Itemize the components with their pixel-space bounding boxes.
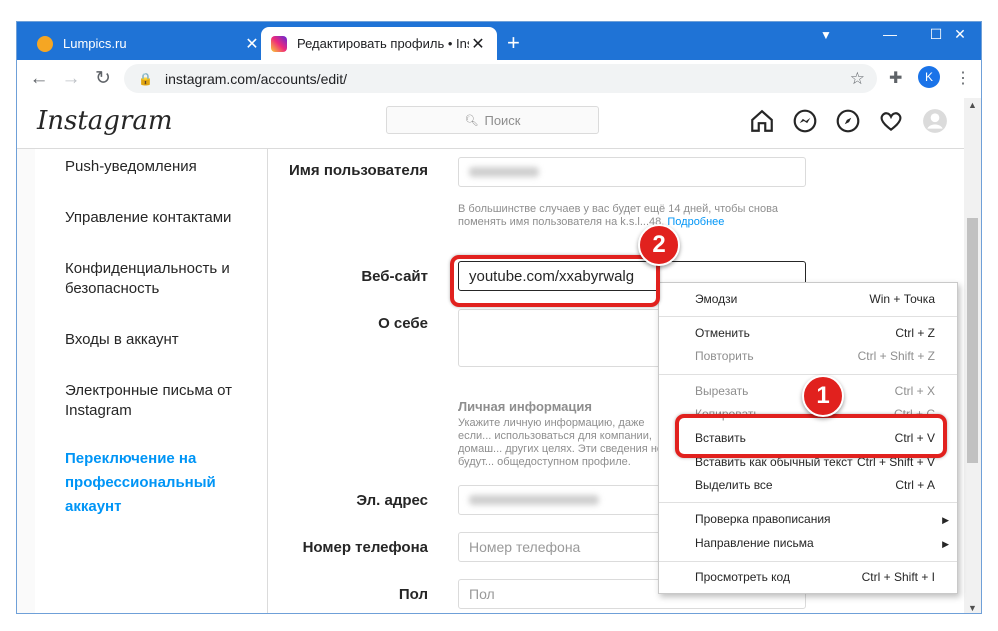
submenu-arrow-icon: ▶ [942,539,949,549]
address-bar[interactable]: 🔒 instagram.com/accounts/edit/ ☆ [124,64,877,93]
search-placeholder: Поиск [484,112,521,128]
learn-more-link[interactable]: Подробнее [667,216,724,228]
tab-strip: Lumpics.ru ✕ Редактировать профиль • Ins… [17,22,981,60]
menu-item-inspect[interactable]: Просмотреть код Ctrl + Shift + I [695,570,935,588]
lock-icon: 🔒 [138,71,153,86]
menu-divider [659,374,957,375]
step-badge-2: 2 [638,224,680,266]
sidebar-item-professional[interactable]: Переключение на профессиональный аккаунт [65,447,235,519]
bookmark-star-icon[interactable]: ☆ [850,69,865,89]
sidebar-item-emails[interactable]: Электронные письма от Instagram [65,381,255,421]
scroll-down-icon[interactable]: ▼ [968,603,977,613]
menu-kebab-icon[interactable]: ⋮ [955,68,971,88]
home-icon[interactable] [749,108,775,134]
step-badge-1: 1 [802,375,844,417]
website-label: Веб-сайт [361,268,428,285]
bio-label: О себе [378,315,428,332]
forward-arrow-icon[interactable]: → [59,67,83,91]
lumpics-favicon-icon [37,35,53,52]
heart-icon[interactable] [878,108,904,134]
personal-info-text: Укажите личную информацию, даже если... … [458,417,664,468]
close-tab-icon[interactable]: ✕ [243,34,261,54]
close-window-button[interactable]: ✕ [937,26,981,43]
profile-avatar[interactable]: K [918,66,940,88]
tab-lumpics[interactable]: Lumpics.ru ✕ [27,27,271,60]
phone-label: Номер телефона [302,539,428,556]
scroll-up-icon[interactable]: ▲ [968,100,977,110]
search-icon: 🔍︎ [464,114,479,127]
instagram-favicon-icon [271,35,287,52]
reload-icon[interactable]: ↻ [91,67,115,91]
settings-sidebar: Push-уведомления Управление контактами К… [35,149,268,613]
sidebar-item-contacts[interactable]: Управление контактами [65,208,231,228]
tab-title: Редактировать профиль • Instag [297,36,469,51]
extensions-puzzle-icon[interactable]: ✚ [889,68,902,88]
menu-item-select-all[interactable]: Выделить все Ctrl + A [695,478,935,496]
tab-instagram[interactable]: Редактировать профиль • Instag ✕ [261,27,497,60]
instagram-logo[interactable]: Instagram [37,106,173,136]
sidebar-item-push[interactable]: Push-уведомления [65,157,197,177]
menu-item-writing-direction[interactable]: Направление письма [695,536,935,554]
minimize-button[interactable]: — [867,26,913,42]
back-arrow-icon[interactable]: ← [27,67,51,91]
menu-item-undo[interactable]: Отменить Ctrl + Z [695,326,935,344]
website-highlight-box [450,255,660,307]
username-label: Имя пользователя [289,162,428,179]
explore-compass-icon[interactable] [835,108,861,134]
new-tab-button[interactable]: + [507,30,520,56]
gender-label: Пол [398,586,428,603]
instagram-header: Instagram 🔍︎ Поиск [17,98,965,149]
username-hint: В большинстве случаев у вас будет ещё 14… [458,203,778,228]
menu-divider [659,316,957,317]
search-input[interactable]: 🔍︎ Поиск [386,106,599,134]
menu-item-emoji[interactable]: Эмодзи Win + Точка [695,292,935,310]
browser-toolbar: ← → ↻ 🔒 instagram.com/accounts/edit/ ☆ ✚… [17,60,981,99]
messenger-icon[interactable] [792,108,818,134]
email-label: Эл. адрес [356,492,428,509]
personal-info-title: Личная информация [458,399,592,414]
paste-highlight-box [675,414,947,458]
tab-title: Lumpics.ru [63,36,127,51]
scrollbar[interactable]: ▲ ▼ [964,98,981,613]
close-tab-icon[interactable]: ✕ [469,34,487,54]
submenu-arrow-icon: ▶ [942,515,949,525]
tab-search-icon[interactable]: ▼ [803,28,849,42]
url-text: instagram.com/accounts/edit/ [164,70,348,87]
menu-divider [659,502,957,503]
scrollbar-thumb[interactable] [967,218,978,463]
menu-divider [659,561,957,562]
menu-item-redo[interactable]: Повторить Ctrl + Shift + Z [695,349,935,367]
sidebar-item-logins[interactable]: Входы в аккаунт [65,330,179,350]
user-avatar-icon[interactable] [922,108,948,134]
sidebar-item-privacy[interactable]: Конфиденциальность и безопасность [65,259,255,299]
username-field[interactable] [458,157,806,187]
menu-item-spellcheck[interactable]: Проверка правописания [695,512,935,530]
